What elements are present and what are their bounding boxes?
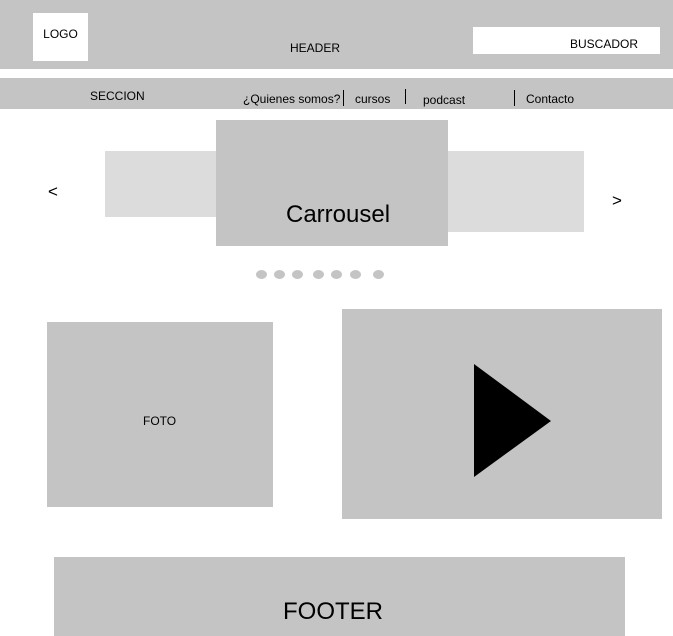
carousel-dot[interactable]	[292, 270, 303, 279]
search-label: BUSCADOR	[569, 36, 638, 51]
nav-item-contacto[interactable]: Contacto	[526, 92, 574, 106]
carousel-slide-active[interactable]: Carrousel	[216, 120, 448, 246]
logo[interactable]: LOGO	[33, 13, 88, 61]
logo-text: LOGO	[43, 27, 78, 41]
photo-placeholder: FOTO	[47, 322, 273, 507]
carousel-dot[interactable]	[274, 270, 285, 279]
carousel-slide-prev[interactable]	[105, 151, 217, 217]
nav-section[interactable]: SECCION	[90, 89, 145, 103]
nav-separator	[343, 90, 344, 106]
photo-label: FOTO	[143, 414, 177, 428]
carousel-slide-next[interactable]	[447, 151, 584, 232]
nav-item-quienes-somos[interactable]: ¿Quienes somos?	[243, 92, 340, 106]
carousel-dot[interactable]	[331, 270, 342, 279]
carousel-dot[interactable]	[373, 270, 384, 279]
nav-item-podcast[interactable]: podcast	[423, 93, 465, 107]
carousel-prev-button[interactable]: <	[48, 182, 58, 202]
carousel-dot[interactable]	[350, 270, 361, 279]
header-label: HEADER	[290, 41, 341, 55]
carousel-next-button[interactable]: >	[612, 191, 622, 211]
footer: FOOTER	[54, 557, 625, 636]
play-icon[interactable]	[474, 364, 552, 478]
video-player[interactable]	[342, 309, 662, 519]
search-input[interactable]: BUSCADOR	[473, 27, 660, 54]
carousel-title: Carrousel	[286, 201, 391, 228]
carousel-dot[interactable]	[256, 270, 267, 279]
footer-label: FOOTER	[283, 598, 383, 625]
nav-item-cursos[interactable]: cursos	[355, 92, 390, 106]
carousel-dot[interactable]	[313, 270, 324, 279]
nav-separator	[514, 90, 515, 106]
nav-separator	[405, 89, 406, 104]
